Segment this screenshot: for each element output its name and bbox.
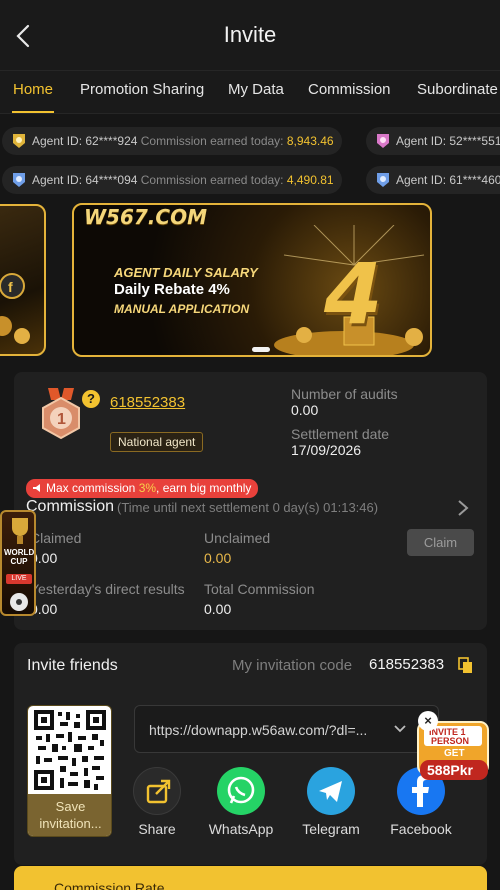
top-bar: Invite — [0, 0, 500, 70]
svg-text:f: f — [8, 279, 13, 295]
ticker-chip: Agent ID: 62****924 Commission earned to… — [2, 127, 342, 155]
telegram-icon — [307, 767, 355, 815]
page-title: Invite — [223, 22, 277, 47]
commission-title: Commission — [26, 498, 115, 515]
whatsapp-label: WhatsApp — [208, 821, 274, 837]
ticker-agent-id: Agent ID: 61****460 — [396, 173, 500, 187]
world-cup-label: WORLD CUP — [4, 548, 35, 566]
unclaimed-label: Unclaimed — [204, 530, 271, 546]
copy-icon[interactable] — [458, 657, 473, 674]
banner-big-number: 4 — [324, 245, 383, 343]
help-icon[interactable]: ? — [82, 390, 100, 408]
save-invitation-button[interactable]: Save invitation... — [28, 794, 111, 836]
invite-link-field[interactable]: https://downapp.w56aw.com/?dl=... — [134, 705, 439, 753]
rank-gold-icon — [13, 134, 25, 148]
facebook-coin-icon: f — [0, 273, 30, 344]
tab-commission[interactable]: Commission — [308, 81, 391, 98]
ticker-amount: 8,943.46 — [286, 134, 334, 148]
ticker-chip: Agent ID: 64****094 Commission earned to… — [2, 166, 342, 194]
yesterday-label: Yesterday's direct results — [30, 581, 185, 597]
banner-note: MANUAL APPLICATION — [114, 302, 250, 316]
level-medal-icon: 1 — [42, 388, 80, 440]
share-button[interactable]: Share — [122, 767, 192, 837]
telegram-label: Telegram — [302, 821, 360, 837]
ticker-text: Commission earned today: — [140, 173, 284, 187]
ticker-agent-id: Agent ID: 64****094 — [32, 173, 138, 187]
tab-bar: Home Promotion Sharing My Data Commissio… — [0, 70, 500, 114]
rank-blue-icon — [377, 173, 389, 187]
chevron-down-icon[interactable] — [393, 724, 407, 734]
whatsapp-icon — [217, 767, 265, 815]
share-label: Share — [138, 821, 176, 837]
unclaimed-value: 0.00 — [204, 550, 232, 566]
active-tab-indicator — [12, 111, 54, 113]
total-label: Total Commission — [204, 581, 315, 597]
banner-subheadline: Daily Rebate 4% — [114, 281, 230, 298]
claim-button[interactable]: Claim — [407, 529, 474, 556]
commission-ticker-row: Agent ID: 64****094 Commission earned to… — [0, 166, 500, 194]
promo-suffix: , earn big monthly — [156, 481, 252, 495]
ticker-text: Commission earned today: — [140, 134, 284, 148]
whatsapp-share-button[interactable]: WhatsApp — [206, 767, 276, 837]
agent-code[interactable]: 618552383 — [110, 394, 185, 411]
claimed-label: Claimed — [30, 530, 82, 546]
chevron-right-icon[interactable] — [456, 499, 470, 517]
level-number: 1 — [57, 411, 66, 428]
brand-logo: W567.COM — [84, 205, 207, 229]
tab-subordinate[interactable]: Subordinate — [417, 81, 498, 98]
commission-ticker-row: Agent ID: 62****924 Commission earned to… — [0, 127, 500, 155]
ticker-amount: 4,490.81 — [286, 173, 334, 187]
svg-text:PERSON: PERSON — [431, 736, 469, 746]
audits-value: 0.00 — [291, 402, 319, 418]
banner-headline: AGENT DAILY SALARY — [114, 265, 258, 280]
invitation-code-value: 618552383 — [369, 656, 445, 673]
megaphone-icon — [33, 484, 40, 492]
live-badge: LIVE — [6, 574, 32, 584]
previous-banner-slide[interactable]: f — [0, 204, 46, 356]
settlement-countdown: (Time until next settlement 0 day(s) 01:… — [117, 500, 379, 515]
share-icon — [133, 767, 181, 815]
qr-code-image — [34, 710, 106, 790]
promo-prefix: Max commission — [46, 481, 139, 495]
telegram-share-button[interactable]: Telegram — [296, 767, 366, 837]
tab-promotion-sharing[interactable]: Promotion Sharing — [80, 81, 204, 98]
close-icon[interactable]: × — [418, 711, 438, 731]
promo-percent: 3% — [138, 481, 157, 495]
world-cup-live-widget[interactable]: WORLD CUP LIVE — [0, 510, 36, 616]
carousel-indicator[interactable] — [252, 347, 270, 352]
tab-home[interactable]: Home — [13, 81, 53, 98]
invite-title: Invite friends — [27, 657, 118, 674]
tab-my-data[interactable]: My Data — [228, 81, 284, 98]
ticker-agent-id: Agent ID: 62****924 — [32, 134, 138, 148]
qr-code-panel: Save invitation... — [27, 705, 112, 837]
settlement-label: Settlement date — [291, 426, 390, 442]
total-value: 0.00 — [204, 601, 232, 617]
commission-rate-label: Commission Rate — [54, 880, 165, 890]
settlement-value: 17/09/2026 — [291, 442, 362, 458]
facebook-label: Facebook — [390, 821, 452, 837]
agent-level-badge: National agent — [110, 432, 204, 452]
invitation-code-label: My invitation code — [232, 657, 353, 674]
ticker-chip: Agent ID: 52****551 — [366, 127, 500, 155]
max-commission-tag: Max commission 3%, earn big monthly — [26, 479, 259, 498]
ticker-agent-id: Agent ID: 52****551 — [396, 134, 500, 148]
audits-label: Number of audits — [291, 386, 398, 402]
rank-pink-icon — [377, 134, 389, 148]
promo-banner[interactable]: W567.COM AGENT DAILY SALARY Daily Rebate… — [72, 203, 432, 357]
rank-blue-icon — [13, 173, 25, 187]
svg-text:588Pkr: 588Pkr — [427, 762, 473, 778]
ticker-chip: Agent ID: 61****460 — [366, 166, 500, 194]
svg-text:GET: GET — [444, 748, 465, 759]
invite-link-text: https://downapp.w56aw.com/?dl=... — [149, 722, 368, 738]
